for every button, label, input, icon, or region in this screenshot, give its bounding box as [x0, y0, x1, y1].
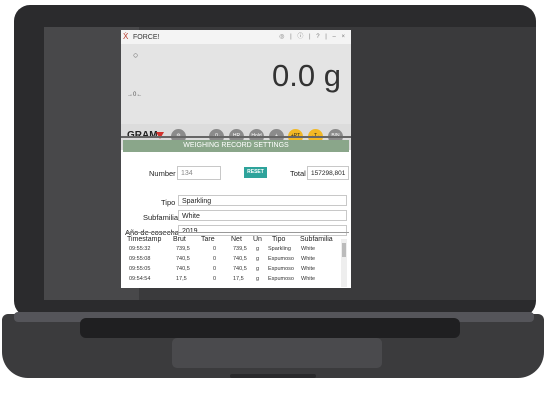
- window-title: FORCE!: [133, 34, 160, 41]
- cell: 739,5: [176, 246, 190, 252]
- cell: 17,5: [176, 276, 187, 282]
- cell: Espumoso: [268, 256, 294, 262]
- cell: Espumoso: [268, 266, 294, 272]
- cell: 0: [213, 256, 217, 262]
- subfamilia-field[interactable]: White: [178, 210, 347, 221]
- record-form: Number 134 RESET Total 157298,801 Tipo S…: [121, 154, 351, 237]
- base-notch: [230, 374, 316, 378]
- cell: g: [256, 266, 260, 272]
- reset-button[interactable]: RESET: [244, 167, 267, 178]
- column-header[interactable]: Un: [253, 236, 262, 243]
- trackpad: [172, 338, 382, 368]
- table-row[interactable]: 09:55:32 739,5 0 739,5 g Sparkling White: [127, 246, 347, 256]
- table-scrollbar[interactable]: [341, 239, 347, 287]
- column-header[interactable]: Tare: [201, 236, 215, 243]
- table-row[interactable]: 09:55:08 740,5 0 740,5 g Espumoso White: [127, 256, 347, 266]
- cell: 0: [213, 266, 217, 272]
- cell: White: [301, 246, 316, 252]
- cell: 09:55:08: [129, 256, 151, 262]
- number-field[interactable]: 134: [177, 166, 221, 180]
- cell: g: [256, 276, 260, 282]
- cell: White: [301, 256, 316, 262]
- tipo-field[interactable]: Sparkling: [178, 195, 347, 206]
- section-header: WEIGHING RECORD SETTINGS: [123, 140, 349, 152]
- divider: [121, 136, 351, 138]
- cell: Sparkling: [268, 246, 291, 252]
- window-controls-icons[interactable]: ◎ | ⓘ | ? | – ×: [279, 33, 347, 42]
- app-logo-icon: Ẋ: [123, 32, 129, 41]
- scrollbar-thumb[interactable]: [342, 243, 346, 257]
- cell: Espumoso: [268, 276, 294, 282]
- cell: White: [301, 276, 316, 282]
- weight-display: ○ →0← 0.0 g GRAM ⚙ →0← HR Hold + +PT →T←…: [121, 44, 351, 150]
- column-header[interactable]: Tipo: [272, 236, 285, 243]
- cell: 09:55:32: [129, 246, 151, 252]
- cell: g: [256, 246, 260, 252]
- cell: 739,5: [233, 246, 247, 252]
- cell: 0: [213, 246, 217, 252]
- cell: 0: [213, 276, 217, 282]
- cell: White: [301, 266, 316, 272]
- column-header[interactable]: Net: [231, 236, 242, 243]
- title-bar: Ẋ FORCE! ◎ | ⓘ | ? | – ×: [121, 30, 351, 44]
- subfamilia-label: Subfamilia: [143, 213, 179, 222]
- number-label: Number: [149, 169, 176, 178]
- keyboard: [80, 318, 460, 338]
- cell: 740,5: [176, 266, 190, 272]
- cell: g: [256, 256, 260, 262]
- cell: 09:54:54: [129, 276, 151, 282]
- total-label: Total: [290, 169, 306, 178]
- table-row[interactable]: 09:55:05 740,5 0 740,5 g Espumoso White: [127, 266, 347, 276]
- column-header[interactable]: Brut: [173, 236, 186, 243]
- cell: 740,5: [233, 256, 247, 262]
- cell: 17,5: [233, 276, 244, 282]
- column-header[interactable]: Subfamilia: [300, 236, 333, 243]
- cell: 740,5: [176, 256, 190, 262]
- tipo-label: Tipo: [161, 198, 176, 207]
- zero-indicator-icon: →0←: [127, 92, 143, 98]
- total-field: 157298,801: [307, 166, 349, 180]
- cell: 09:55:05: [129, 266, 151, 272]
- records-table: Timestamp Brut Tare Net Un Tipo Subfamil…: [127, 232, 349, 288]
- table-row[interactable]: 09:54:54 17,5 0 17,5 g Espumoso White: [127, 276, 347, 286]
- weight-readout: 0.0 g: [272, 58, 341, 93]
- column-header[interactable]: Timestamp: [127, 236, 161, 243]
- scale-app-window: Ẋ FORCE! ◎ | ⓘ | ? | – × ○ →0← 0.0 g GRA…: [121, 30, 351, 288]
- stable-indicator-icon: ○: [133, 50, 139, 60]
- cell: 740,5: [233, 266, 247, 272]
